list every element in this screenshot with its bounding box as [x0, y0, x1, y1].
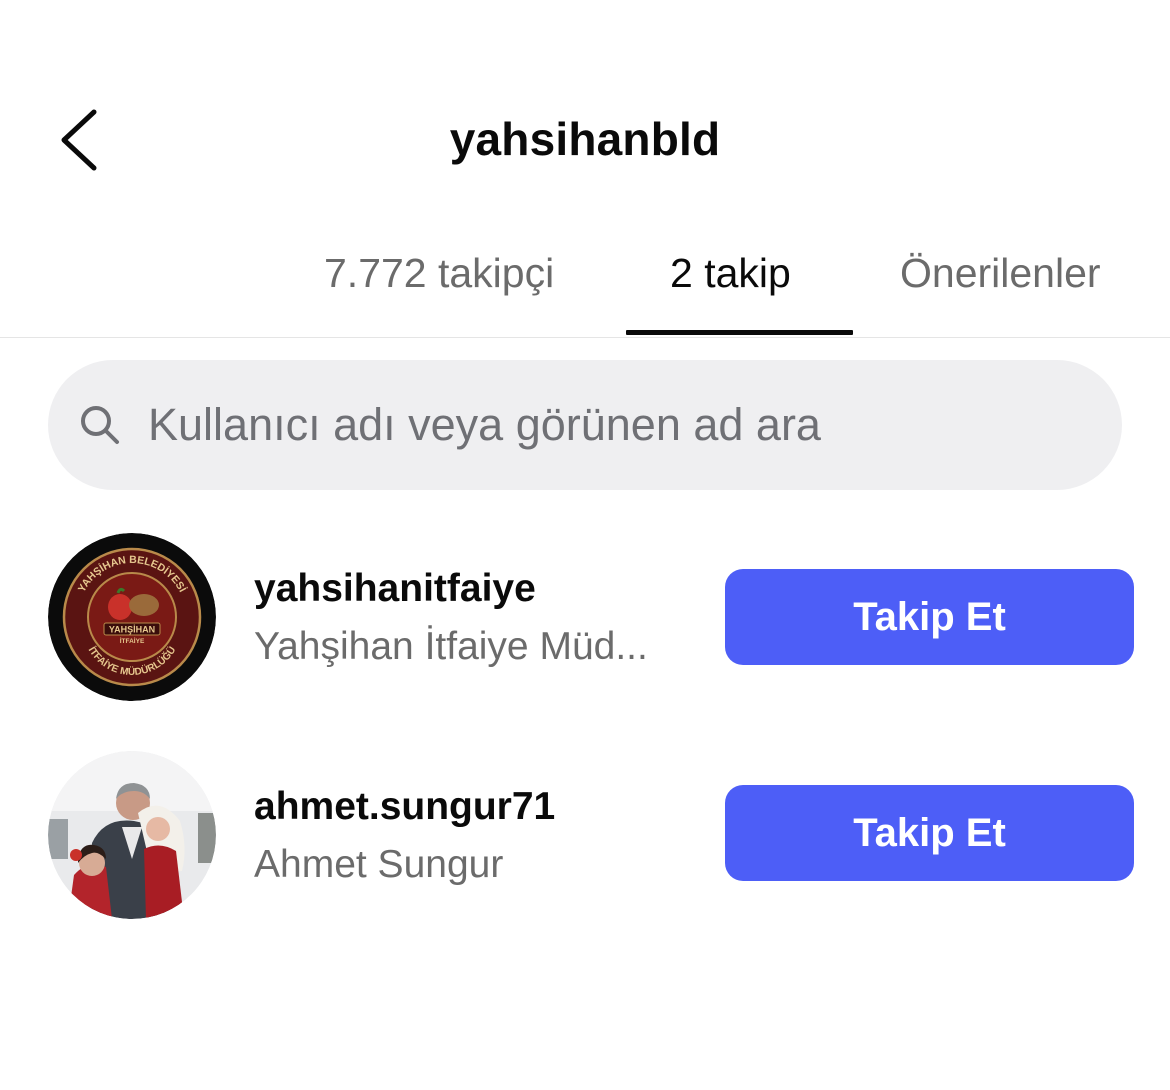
user-info[interactable]: ahmet.sungur71 Ahmet Sungur	[254, 784, 694, 888]
tab-bar: 7.772 takipçi 2 takip Önerilenler	[0, 220, 1170, 338]
header: yahsihanbld	[0, 0, 1170, 220]
tab-following[interactable]: 2 takip	[670, 250, 791, 297]
active-tab-indicator	[626, 330, 853, 335]
follow-button[interactable]: Takip Et	[725, 569, 1134, 665]
page-title: yahsihanbld	[449, 113, 721, 165]
follow-button[interactable]: Takip Et	[725, 785, 1134, 881]
svg-text:YAHŞİHAN: YAHŞİHAN	[109, 625, 155, 635]
avatar[interactable]	[48, 751, 216, 919]
avatar[interactable]: YAHŞİHAN BELEDİYESİ İTFAİYE MÜDÜRLÜĞÜ YA…	[48, 533, 216, 701]
display-name: Ahmet Sungur	[254, 843, 504, 886]
tab-followers[interactable]: 7.772 takipçi	[324, 250, 554, 297]
svg-text:İTFAİYE: İTFAİYE	[120, 637, 145, 645]
username[interactable]: ahmet.sungur71	[254, 784, 694, 830]
profile-photo-avatar	[48, 751, 216, 919]
fire-department-logo-avatar: YAHŞİHAN BELEDİYESİ İTFAİYE MÜDÜRLÜĞÜ YA…	[48, 533, 216, 701]
username[interactable]: yahsihanitfaiye	[254, 566, 694, 612]
list-item[interactable]: YAHŞİHAN BELEDİYESİ İTFAİYE MÜDÜRLÜĞÜ YA…	[0, 530, 1170, 701]
list-item[interactable]: ahmet.sungur71 Ahmet Sungur Takip Et	[0, 748, 1170, 919]
display-name: Yahşihan İtfaiye Müd...	[254, 625, 648, 668]
user-info[interactable]: yahsihanitfaiye Yahşihan İtfaiye Müd...	[254, 566, 694, 670]
tab-suggested[interactable]: Önerilenler	[900, 250, 1101, 297]
search-icon	[78, 403, 122, 447]
search-input[interactable]	[148, 399, 1008, 451]
search-bar[interactable]	[48, 360, 1122, 490]
